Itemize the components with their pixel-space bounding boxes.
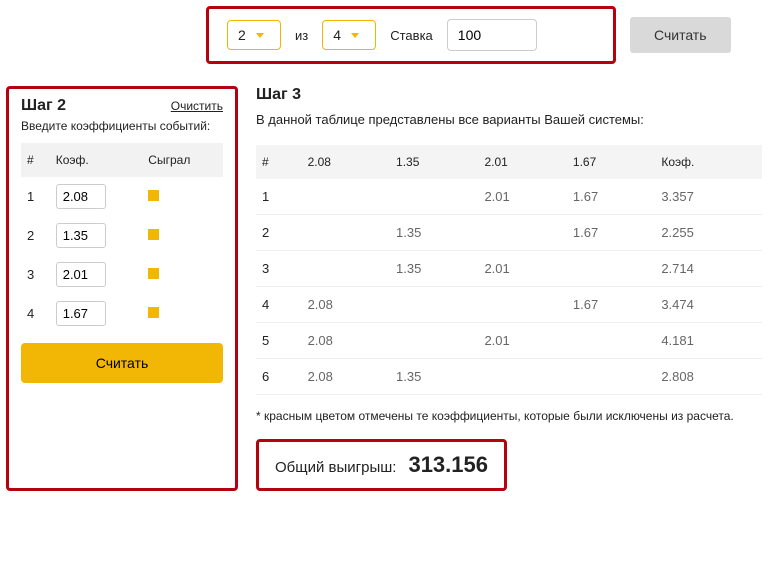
table-row: 3 1.35 2.01 2.714	[256, 251, 762, 287]
clear-link[interactable]: Очистить	[171, 99, 223, 113]
row-num: 4	[21, 294, 50, 333]
row-num: 2	[21, 216, 50, 255]
chevron-down-icon	[351, 33, 359, 38]
pick-select[interactable]: 2	[227, 20, 281, 50]
coef-input[interactable]	[56, 223, 106, 248]
coef-table: # Коэф. Сыграл 1 2 3	[21, 143, 223, 333]
col-c4: 1.67	[567, 145, 655, 179]
table-row: 5 2.08 2.01 4.181	[256, 323, 762, 359]
step3-panel: Шаг 3 В данной таблице представлены все …	[256, 86, 762, 491]
col-played: Сыграл	[142, 143, 223, 177]
pick-value: 2	[238, 27, 246, 43]
combinations-table: # 2.08 1.35 2.01 1.67 Коэф. 1 2.01 1.67 …	[256, 145, 762, 395]
coef-row: 3	[21, 255, 223, 294]
exclusion-note: * красным цветом отмечены те коэффициент…	[256, 409, 762, 423]
system-config-box: 2 из 4 Ставка	[206, 6, 616, 64]
row-num: 1	[21, 177, 50, 216]
col-coef: Коэф.	[50, 143, 143, 177]
row-num: 3	[21, 255, 50, 294]
total-value: 313.156	[408, 452, 488, 478]
step3-title: Шаг 3	[256, 86, 762, 104]
col-c2: 1.35	[390, 145, 478, 179]
coef-row: 1	[21, 177, 223, 216]
coef-row: 4	[21, 294, 223, 333]
coef-input[interactable]	[56, 301, 106, 326]
calculate-top-button[interactable]: Считать	[630, 17, 731, 53]
stake-input[interactable]	[447, 19, 537, 51]
col-c3: 2.01	[478, 145, 566, 179]
step3-subtitle: В данной таблице представлены все вариан…	[256, 112, 762, 127]
total-winnings-box: Общий выигрыш: 313.156	[256, 439, 507, 491]
total-value: 4	[333, 27, 341, 43]
coef-input[interactable]	[56, 262, 106, 287]
table-row: 2 1.35 1.67 2.255	[256, 215, 762, 251]
calculate-button[interactable]: Считать	[21, 343, 223, 383]
step2-subtitle: Введите коэффициенты событий:	[21, 119, 223, 133]
chevron-down-icon	[256, 33, 264, 38]
coef-input[interactable]	[56, 184, 106, 209]
total-select[interactable]: 4	[322, 20, 376, 50]
of-label: из	[295, 28, 308, 43]
table-row: 6 2.08 1.35 2.808	[256, 359, 762, 395]
played-checkbox[interactable]	[148, 229, 159, 240]
step2-title: Шаг 2	[21, 97, 66, 115]
stake-label: Ставка	[390, 28, 433, 43]
col-c1: 2.08	[302, 145, 390, 179]
table-row: 4 2.08 1.67 3.474	[256, 287, 762, 323]
played-checkbox[interactable]	[148, 307, 159, 318]
col-num: #	[21, 143, 50, 177]
coef-row: 2	[21, 216, 223, 255]
total-label: Общий выигрыш:	[275, 459, 396, 476]
col-coef: Коэф.	[655, 145, 762, 179]
col-num: #	[256, 145, 302, 179]
table-row: 1 2.01 1.67 3.357	[256, 179, 762, 215]
played-checkbox[interactable]	[148, 268, 159, 279]
step2-panel: Шаг 2 Очистить Введите коэффициенты собы…	[6, 86, 238, 491]
played-checkbox[interactable]	[148, 190, 159, 201]
